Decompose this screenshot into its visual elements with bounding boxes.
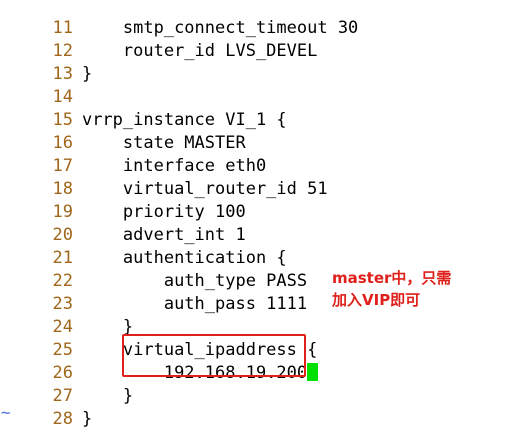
code-line: 27 } — [0, 362, 133, 406]
code-line: 18 virtual_router_id 51 — [0, 155, 327, 199]
code-line: 21 authentication { — [0, 224, 286, 268]
code-line: 15 vrrp_instance VI_1 { — [0, 86, 286, 130]
code-line: 12 router_id LVS_DEVEL — [0, 17, 317, 61]
code-line: 13} — [0, 40, 92, 84]
code-line: 17 interface eth0 — [0, 132, 266, 176]
empty-line-marker: ~ — [1, 403, 11, 422]
code-line: 22 auth_type PASS — [0, 247, 307, 291]
code-line: 19 priority 100 — [0, 178, 245, 222]
code-line: 24 } — [0, 293, 133, 337]
code-line: 16 state MASTER — [0, 109, 245, 153]
text-cursor — [307, 363, 319, 381]
code-text: } — [81, 64, 93, 84]
vim-editor[interactable]: 11 smtp_connect_timeout 30 12 router_id … — [0, 0, 530, 435]
annotation-note: master中，只需 加入VIP即可 — [332, 267, 502, 311]
code-text: router_id LVS_DEVEL — [81, 41, 318, 61]
code-line: 11 smtp_connect_timeout 30 — [0, 0, 358, 38]
code-line: 20 advert_int 1 — [0, 201, 245, 245]
line-number: 28 — [52, 409, 73, 429]
annotation-line-1: master中，只需 — [332, 269, 452, 287]
code-text: } — [81, 409, 93, 429]
code-line: 14 — [0, 63, 82, 107]
code-line: 23 auth_pass 1111 — [0, 270, 307, 314]
annotation-line-2: 加入VIP即可 — [332, 291, 421, 309]
vip-highlight-box — [122, 334, 306, 377]
code-line: 28} — [0, 385, 92, 429]
